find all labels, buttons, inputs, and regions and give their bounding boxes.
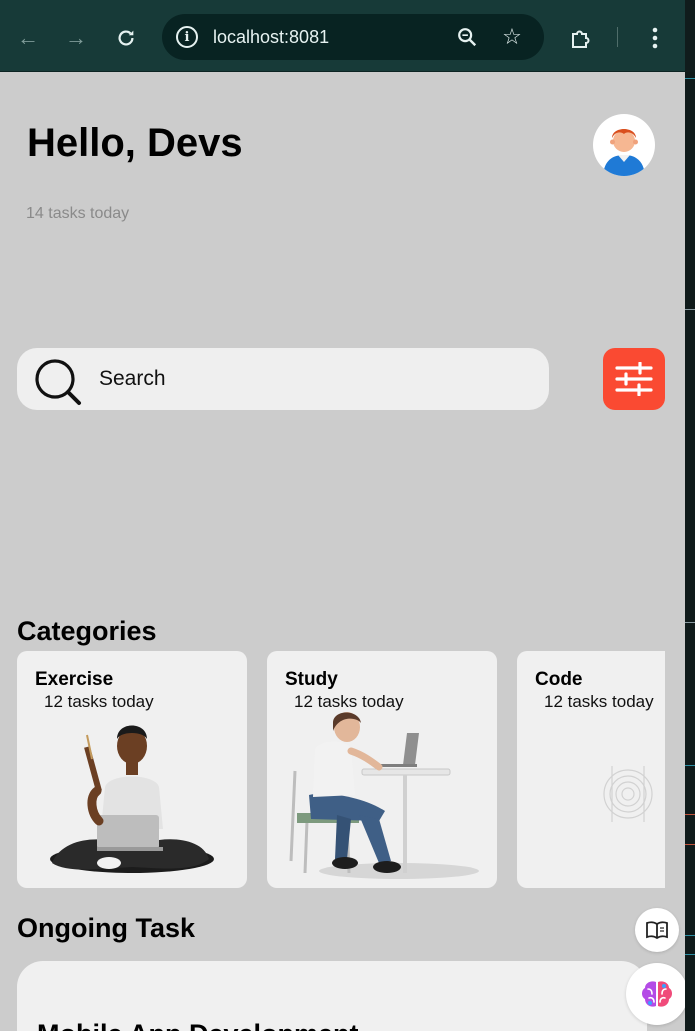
star-icon[interactable]: ☆ xyxy=(499,24,525,50)
categories-list: Exercise 12 tasks today Study 12 tasks t… xyxy=(17,651,665,889)
arrow-left-icon: ← xyxy=(17,25,39,50)
category-card-exercise[interactable]: Exercise 12 tasks today xyxy=(17,651,247,888)
category-count: 12 tasks today xyxy=(294,692,404,711)
reader-mode-icon xyxy=(646,921,668,940)
reload-icon xyxy=(118,30,134,46)
category-count: 12 tasks today xyxy=(544,692,654,711)
person-at-desk-with-laptop-image xyxy=(289,712,479,879)
ongoing-task-card[interactable]: Mobile App Development xyxy=(17,961,647,1031)
assistant-button[interactable] xyxy=(626,963,685,1025)
search-input[interactable]: Search xyxy=(99,367,166,391)
person-sitting-with-laptop-image xyxy=(50,725,214,873)
app-page: Hello, Devs 14 tasks today Search Catego… xyxy=(0,72,685,1031)
category-title: Study xyxy=(285,669,338,690)
info-icon[interactable]: i xyxy=(176,26,198,48)
browser-menu-button[interactable] xyxy=(639,22,671,54)
avatar[interactable] xyxy=(593,114,655,176)
code-placeholder-icon xyxy=(603,766,653,822)
forward-button[interactable]: → xyxy=(60,22,92,54)
zoom-icon[interactable] xyxy=(454,24,480,50)
brain-icon xyxy=(642,981,672,1007)
desktop-edge xyxy=(685,72,695,1031)
tasks-today-count: 14 tasks today xyxy=(26,205,130,222)
category-card-code[interactable]: Code 12 tasks today xyxy=(517,651,665,888)
kebab-menu-icon xyxy=(652,27,658,49)
category-title: Exercise xyxy=(35,669,114,690)
toolbar-separator xyxy=(617,27,618,47)
url-text[interactable]: localhost:8081 xyxy=(213,27,329,48)
puzzle-icon xyxy=(572,30,590,48)
ongoing-task-title: Ongoing Task xyxy=(17,913,196,943)
page-title: Hello, Devs xyxy=(27,121,243,165)
reader-mode-button[interactable] xyxy=(635,908,679,952)
address-bar[interactable]: i localhost:8081 ☆ xyxy=(162,14,544,60)
task-title: Mobile App Development xyxy=(37,1019,359,1031)
extensions-button[interactable] xyxy=(565,22,597,54)
category-title: Code xyxy=(535,669,583,690)
back-button[interactable]: ← xyxy=(12,22,44,54)
reload-button[interactable] xyxy=(110,22,142,54)
categories-title: Categories xyxy=(17,616,157,646)
arrow-right-icon: → xyxy=(65,25,87,50)
search-bar[interactable]: Search xyxy=(17,348,549,410)
sliders-icon xyxy=(615,362,653,396)
filter-button[interactable] xyxy=(603,348,665,410)
browser-toolbar: ← → i localhost:8081 ☆ xyxy=(0,0,685,72)
search-icon xyxy=(35,359,81,405)
category-card-study[interactable]: Study 12 tasks today xyxy=(267,651,497,888)
user-avatar-icon xyxy=(603,129,645,176)
category-count: 12 tasks today xyxy=(44,692,154,711)
